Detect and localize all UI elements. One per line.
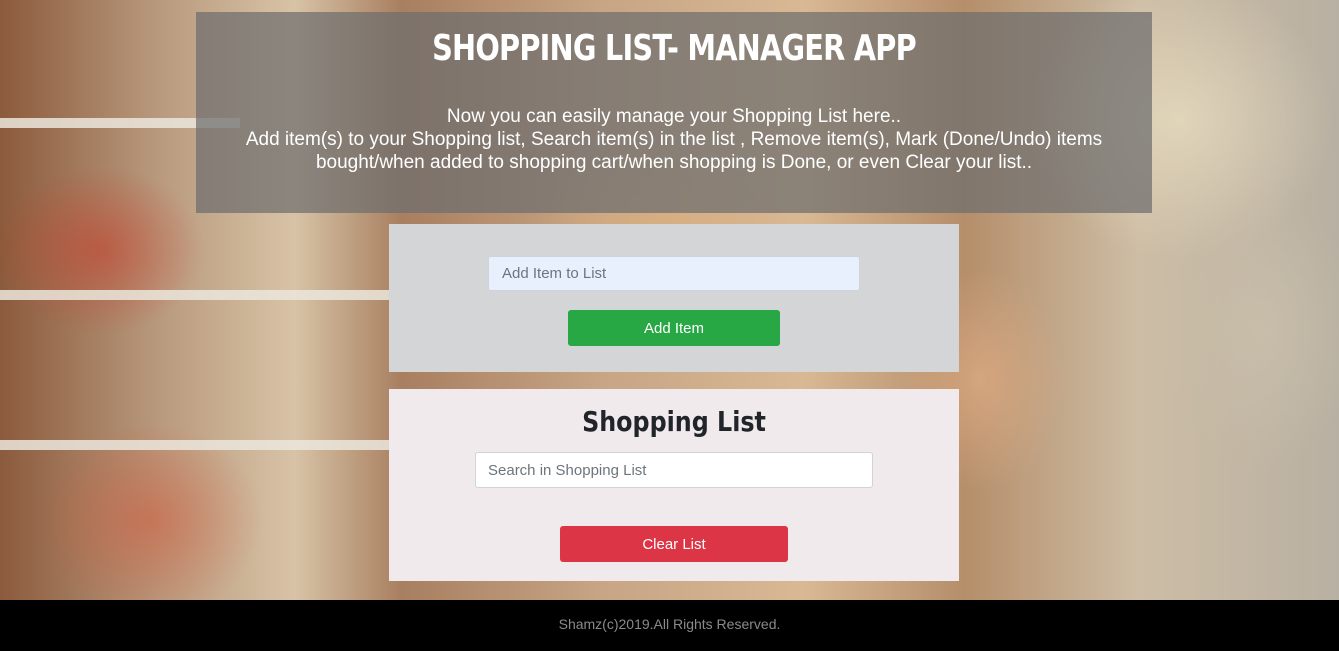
search-input[interactable]: [475, 452, 873, 488]
add-item-input[interactable]: [488, 256, 860, 291]
footer: Shamz(c)2019.All Rights Reserved.: [0, 600, 1339, 651]
intro-line: Now you can easily manage your Shopping …: [446, 106, 902, 127]
clear-list-button[interactable]: Clear List: [560, 526, 788, 562]
add-item-panel: Add Item: [389, 224, 959, 372]
intro-line: bought/when added to shopping cart/when …: [315, 152, 1033, 173]
app-title: SHOPPING LIST- MANAGER APP: [432, 28, 917, 69]
shelf-decoration: [0, 440, 390, 450]
shelf-decoration: [0, 290, 390, 300]
copyright-text: Shamz(c)2019.All Rights Reserved.: [558, 616, 781, 632]
add-item-button[interactable]: Add Item: [568, 310, 780, 346]
shopping-list-title: Shopping List: [582, 405, 766, 438]
intro-line: Add item(s) to your Shopping list, Searc…: [245, 129, 1103, 150]
shopping-list-panel: Shopping List Clear List: [389, 389, 959, 581]
intro-text: Now you can easily manage your Shopping …: [196, 105, 1152, 174]
header-banner: SHOPPING LIST- MANAGER APP Now you can e…: [196, 12, 1152, 213]
